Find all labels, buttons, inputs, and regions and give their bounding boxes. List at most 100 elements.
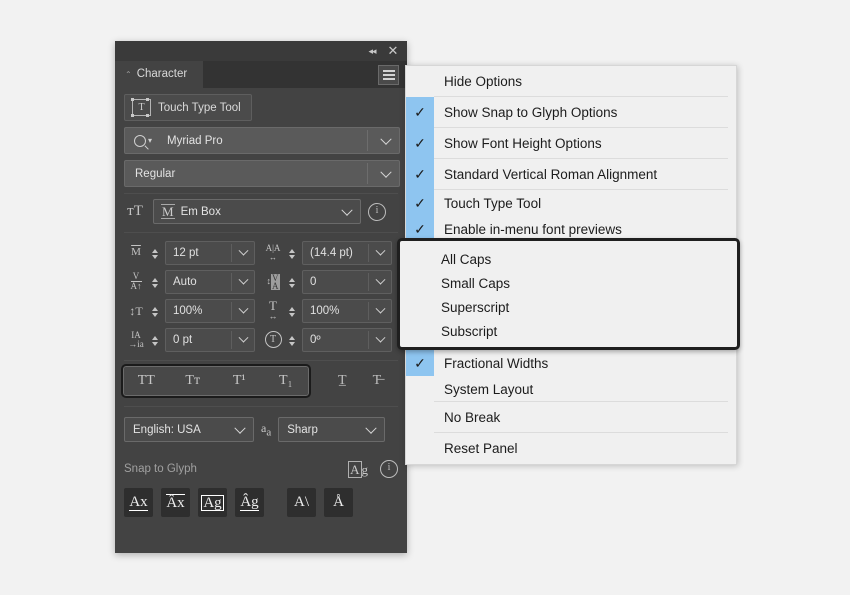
vertical-scale-input[interactable]: 100%: [165, 298, 255, 323]
kerning-stepper[interactable]: [152, 277, 161, 288]
superscript-button[interactable]: T¹: [216, 373, 263, 389]
tracking-input[interactable]: 0: [302, 269, 392, 294]
font-size-stepper[interactable]: [152, 248, 161, 259]
chevron-down-icon[interactable]: [365, 422, 377, 434]
chevron-down-icon[interactable]: [341, 204, 353, 216]
menu-item-no-break[interactable]: No Break: [406, 402, 736, 433]
subscript-button[interactable]: T₁: [263, 373, 310, 389]
menu-item-label: Reset Panel: [444, 441, 518, 456]
snap-to-glyph-header: Snap to Glyph Ag i: [124, 460, 398, 478]
screen-root: ◂◂ ✕ ⌃ Character T Touch Type Tool ▾ Myr…: [0, 0, 850, 595]
tracking-stepper[interactable]: [289, 277, 298, 288]
menu-item-label: Fractional Widths: [444, 355, 549, 371]
snap-italic-button[interactable]: Å: [324, 488, 353, 517]
leading-value: (14.4 pt): [310, 246, 353, 259]
info-icon[interactable]: i: [380, 460, 398, 478]
close-icon[interactable]: ✕: [384, 41, 402, 61]
underline-button[interactable]: T̲: [338, 373, 347, 389]
font-size-input[interactable]: 12 pt: [165, 240, 255, 265]
horizontal-scale-value: 100%: [310, 304, 340, 317]
font-size-icon: M: [131, 246, 141, 258]
character-rotation-icon: T: [261, 331, 285, 348]
menu-item-show-font-height-options[interactable]: ✓ Show Font Height Options: [406, 128, 736, 159]
font-height-select[interactable]: M Em Box: [153, 199, 361, 224]
menu-item-touch-type-tool[interactable]: ✓ Touch Type Tool: [406, 190, 736, 216]
menu-item-label: No Break: [444, 410, 501, 425]
check-icon: ✓: [406, 350, 434, 376]
leading-stepper[interactable]: [289, 248, 298, 259]
font-style-value: Regular: [135, 167, 176, 180]
chevron-down-icon[interactable]: [238, 274, 249, 285]
all-caps-button[interactable]: TT: [123, 373, 170, 389]
character-rotation-cell: T 0º: [261, 325, 398, 354]
tracking-icon: ↕ V A: [266, 272, 280, 291]
font-size-cell: M 12 pt: [124, 238, 261, 267]
character-numeric-grid: M 12 pt A|A ↔ (14.4 pt) V A↑ Auto ↕ V A …: [124, 238, 398, 354]
menu-item-fractional-widths[interactable]: ✓ Fractional Widths: [406, 350, 736, 376]
snap-em-box-button[interactable]: Ag: [198, 488, 227, 517]
vertical-scale-cell: ↕T 100%: [124, 296, 261, 325]
chevron-down-icon[interactable]: [238, 332, 249, 343]
horizontal-scale-input[interactable]: 100%: [302, 298, 392, 323]
check-icon: ✓: [406, 97, 434, 128]
anti-alias-select[interactable]: Sharp: [278, 417, 386, 442]
character-rotation-input[interactable]: 0º: [302, 327, 392, 352]
menu-item-show-snap-to-glyph-options[interactable]: ✓ Show Snap to Glyph Options: [406, 97, 736, 128]
kerning-input[interactable]: Auto: [165, 269, 255, 294]
character-rotation-value: 0º: [310, 333, 321, 346]
menu-item-system-layout[interactable]: System Layout: [406, 376, 736, 402]
em-box-glyph-icon: M: [161, 204, 175, 219]
baseline-shift-input[interactable]: 0 pt: [165, 327, 255, 352]
collapse-icon[interactable]: ◂◂: [363, 41, 381, 61]
panel-hamburger-menu-icon[interactable]: [378, 65, 399, 85]
horizontal-scale-stepper[interactable]: [289, 306, 298, 317]
snap-x-height-button[interactable]: Ax: [124, 488, 153, 517]
snap-baseline-button[interactable]: Âg: [235, 488, 264, 517]
small-caps-button[interactable]: Tᴛ: [170, 373, 217, 389]
menu-item-superscript[interactable]: Superscript: [400, 295, 737, 319]
anti-alias-icon: aa: [261, 420, 272, 439]
panel-titlebar: ◂◂ ✕: [115, 41, 407, 61]
menu-item-small-caps[interactable]: Small Caps: [400, 271, 737, 295]
menu-item-all-caps[interactable]: All Caps: [400, 247, 737, 271]
check-icon: ✓: [406, 159, 434, 190]
strikethrough-button[interactable]: T̶: [373, 373, 382, 389]
info-icon[interactable]: i: [368, 202, 386, 221]
kerning-cell: V A↑ Auto: [124, 267, 261, 296]
baseline-shift-stepper[interactable]: [152, 335, 161, 346]
tab-character-label: Character: [136, 68, 188, 80]
chevron-down-icon[interactable]: [375, 303, 386, 314]
menu-item-standard-vertical-roman-alignment[interactable]: ✓ Standard Vertical Roman Alignment: [406, 159, 736, 190]
font-family-select[interactable]: ▾ Myriad Pro: [124, 127, 400, 154]
leading-input[interactable]: (14.4 pt): [302, 240, 392, 265]
chevron-down-icon[interactable]: [380, 166, 392, 178]
touch-type-tool-button[interactable]: T Touch Type Tool: [124, 94, 252, 121]
snap-preview-icon: Ag: [348, 460, 368, 478]
chevron-down-icon[interactable]: [238, 303, 249, 314]
menu-item-label: Standard Vertical Roman Alignment: [444, 167, 658, 182]
chevron-down-icon[interactable]: [234, 422, 246, 434]
kerning-value: Auto: [173, 275, 197, 288]
menu-item-hide-options[interactable]: Hide Options: [406, 66, 736, 97]
language-select[interactable]: English: USA: [124, 417, 254, 442]
menu-item-subscript[interactable]: Subscript: [400, 319, 737, 343]
tab-character[interactable]: ⌃ Character: [115, 61, 204, 88]
chevron-down-icon[interactable]: [238, 245, 249, 256]
snap-cap-height-button[interactable]: Âx: [161, 488, 190, 517]
baseline-shift-cell: IA →ia 0 pt: [124, 325, 261, 354]
field-divider: [367, 130, 368, 151]
menu-item-label: System Layout: [444, 381, 534, 397]
chevron-down-icon[interactable]: [375, 245, 386, 256]
snap-angle-button[interactable]: A\: [287, 488, 316, 517]
horizontal-scale-cell: T ↔ 100%: [261, 296, 398, 325]
check-icon: ✓: [406, 128, 434, 159]
chevron-down-icon[interactable]: [380, 133, 392, 145]
chevron-down-icon[interactable]: [375, 274, 386, 285]
field-divider: [367, 163, 368, 184]
vertical-scale-stepper[interactable]: [152, 306, 161, 317]
chevron-down-icon[interactable]: [375, 332, 386, 343]
menu-item-reset-panel[interactable]: Reset Panel: [406, 433, 736, 464]
hamburger-line: [382, 74, 395, 76]
font-style-select[interactable]: Regular: [124, 160, 400, 187]
character-rotation-stepper[interactable]: [289, 335, 298, 346]
